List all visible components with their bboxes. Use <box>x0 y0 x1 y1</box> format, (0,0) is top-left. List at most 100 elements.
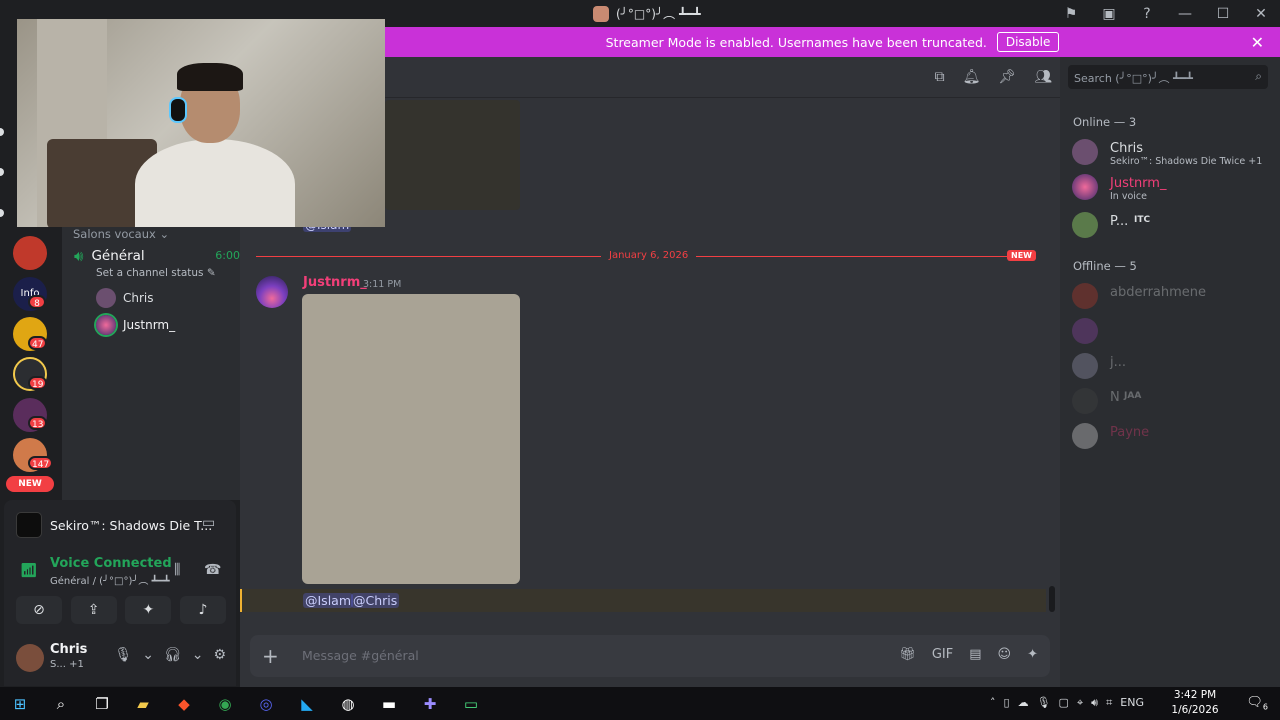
voice-channel-timer: 6:00 <box>215 249 240 262</box>
apps-icon[interactable]: ✦ <box>1027 647 1038 662</box>
close-button[interactable]: ✕ <box>1242 6 1280 22</box>
soundboard-button[interactable]: ♪ <box>179 596 226 624</box>
file-explorer-icon[interactable]: ▰ <box>131 692 155 716</box>
chat-header: ⧉ 🔔︎ 📌︎ 👥︎ <box>385 57 1060 98</box>
add-attachment-icon[interactable]: + <box>262 644 279 668</box>
chevron-down-icon[interactable]: ⌄ <box>142 647 154 663</box>
new-unreads-pill[interactable]: NEW <box>6 476 54 492</box>
volume-icon[interactable]: 🔊︎ <box>1091 696 1098 710</box>
noise-suppression-icon[interactable]: ⫼ <box>174 562 180 578</box>
help-icon[interactable]: ? <box>1128 6 1166 22</box>
windows-start-icon[interactable]: ⊞ <box>8 692 32 716</box>
member-item[interactable]: Justnrm_ In voice <box>1072 174 1272 206</box>
voice-user-name: Justnrm_ <box>123 318 176 332</box>
gear-icon[interactable]: ⚙ <box>213 647 226 663</box>
signal-icon[interactable]: 📶︎ <box>20 563 38 579</box>
message-input[interactable]: Message #général <box>302 648 419 663</box>
vscode-icon[interactable]: ◣ <box>295 692 319 716</box>
disable-button[interactable]: Disable <box>996 32 1060 52</box>
sekiro-icon[interactable]: ▬ <box>377 692 401 716</box>
mic-icon[interactable]: 🎙︎ <box>1037 696 1051 710</box>
image-attachment[interactable] <box>302 294 520 584</box>
emoji-icon[interactable]: ☺ <box>998 647 1012 662</box>
banner-close-icon[interactable]: ✕ <box>1251 33 1264 52</box>
search-icon[interactable]: ⌕ <box>49 692 73 716</box>
chrome-icon[interactable]: ◉ <box>213 692 237 716</box>
server-icon[interactable] <box>13 236 47 270</box>
voice-category[interactable]: Salons vocaux ⌄ <box>73 227 169 241</box>
discord-icon[interactable]: ◎ <box>254 692 278 716</box>
member-item[interactable]: abderrahmene <box>1072 283 1272 315</box>
minimize-button[interactable]: — <box>1166 6 1204 22</box>
camera-off-button[interactable]: ⊘ <box>16 596 62 624</box>
message-author[interactable]: Justnrm_ <box>303 275 367 290</box>
chevron-up-icon[interactable]: ˄ <box>990 696 996 710</box>
member-name: Justnrm_ <box>1110 176 1167 191</box>
location-icon[interactable]: ⌖ <box>1077 696 1083 710</box>
gif-icon[interactable]: GIF <box>932 647 953 662</box>
bell-icon[interactable]: 🔔︎ <box>963 69 981 85</box>
avatar[interactable] <box>16 644 44 672</box>
gift-icon[interactable]: 🎁︎ <box>899 647 916 662</box>
threads-icon[interactable]: ⧉ <box>935 69 945 85</box>
language-indicator[interactable]: ENG <box>1120 696 1144 710</box>
scrollbar-thumb[interactable] <box>1049 586 1055 612</box>
notification-icon[interactable]: 🗨︎6 <box>1246 695 1268 712</box>
brave-browser-icon[interactable]: ◆ <box>172 692 196 716</box>
maximize-button[interactable]: ☐ <box>1204 6 1242 22</box>
battery-icon[interactable]: ▯ <box>1004 696 1010 710</box>
stream-icon[interactable]: ▭ <box>202 515 215 531</box>
speaker-icon: 🔊︎ <box>74 247 84 265</box>
obs-icon[interactable]: ◍ <box>336 692 360 716</box>
system-clock[interactable]: 3:42 PM 1/6/2026 <box>1160 688 1230 718</box>
member-item[interactable]: Payne <box>1072 423 1272 455</box>
gamepad-icon[interactable]: ✚ <box>418 692 442 716</box>
channel-status-input[interactable]: Set a channel status ✎ <box>96 267 216 279</box>
member-item[interactable] <box>1072 318 1272 350</box>
pin-icon[interactable]: 📌︎ <box>998 69 1016 85</box>
microphone-icon[interactable]: 🎙︎ <box>114 647 132 663</box>
voice-user[interactable]: Chris <box>96 288 154 308</box>
message-composer[interactable]: + Message #général 🎁︎ GIF ▤ ☺ ✦ <box>250 635 1050 677</box>
member-item[interactable]: N JAA <box>1072 388 1272 420</box>
search-input[interactable]: Search (╯°□°)╯︵ ┻━┻ ⌕ <box>1068 65 1268 89</box>
members-icon[interactable]: 👥︎ <box>1034 69 1052 85</box>
screen-share-button[interactable]: ⇪ <box>70 596 117 624</box>
download-icon[interactable]: ▣ <box>1090 6 1128 22</box>
user-status-text: S... <box>50 659 66 670</box>
task-view-icon[interactable]: ❐ <box>90 692 114 716</box>
steam-like-icon[interactable]: ▭ <box>459 692 483 716</box>
inbox-flag-icon[interactable]: ⚑ <box>1052 6 1090 22</box>
composer-tools: 🎁︎ GIF ▤ ☺ ✦ <box>899 647 1038 662</box>
unread-pill <box>0 209 4 217</box>
username[interactable]: Chris <box>50 642 87 657</box>
mention[interactable]: @Islam <box>303 593 354 608</box>
avatar <box>1072 423 1098 449</box>
activities-button[interactable]: ✦ <box>125 596 172 624</box>
mention[interactable]: @Chris <box>351 593 400 608</box>
sticker-icon[interactable]: ▤ <box>969 647 981 662</box>
mention-badge: 47 <box>28 336 48 350</box>
banner-text: Streamer Mode is enabled. Usernames have… <box>605 34 987 50</box>
disconnect-icon[interactable]: ☎ <box>204 562 221 578</box>
avatar[interactable] <box>256 276 288 308</box>
user-status: S... +1 <box>50 659 84 670</box>
cloud-icon[interactable]: ☁ <box>1018 696 1029 710</box>
network-icon[interactable]: ⌗ <box>1106 696 1112 710</box>
headphones-icon[interactable]: 🎧︎ <box>164 647 182 663</box>
voice-channel-path[interactable]: Général / (╯°□°)╯︵ ┻━┻ <box>50 572 170 587</box>
member-item[interactable]: P... ITC <box>1072 212 1272 244</box>
chevron-down-icon[interactable]: ⌄ <box>192 647 204 663</box>
image-attachment[interactable] <box>385 100 520 210</box>
member-status: In voice <box>1110 191 1147 202</box>
voice-status[interactable]: Voice Connected <box>50 556 172 571</box>
notification-count: 6 <box>1262 702 1268 712</box>
member-item[interactable]: Chris Sekiro™: Shadows Die Twice +1 <box>1072 139 1272 171</box>
activity-card[interactable]: Sekiro™: Shadows Die T... ▭ <box>16 512 216 538</box>
online-header: Online — 3 <box>1073 115 1137 129</box>
voice-user[interactable]: Justnrm_ <box>96 315 175 335</box>
search-icon: ⌕ <box>1255 69 1262 83</box>
voice-channel-general[interactable]: 🔊︎ Général 6:00 <box>74 245 240 267</box>
display-icon[interactable]: ▢ <box>1059 696 1069 710</box>
member-item[interactable]: j... <box>1072 353 1272 385</box>
